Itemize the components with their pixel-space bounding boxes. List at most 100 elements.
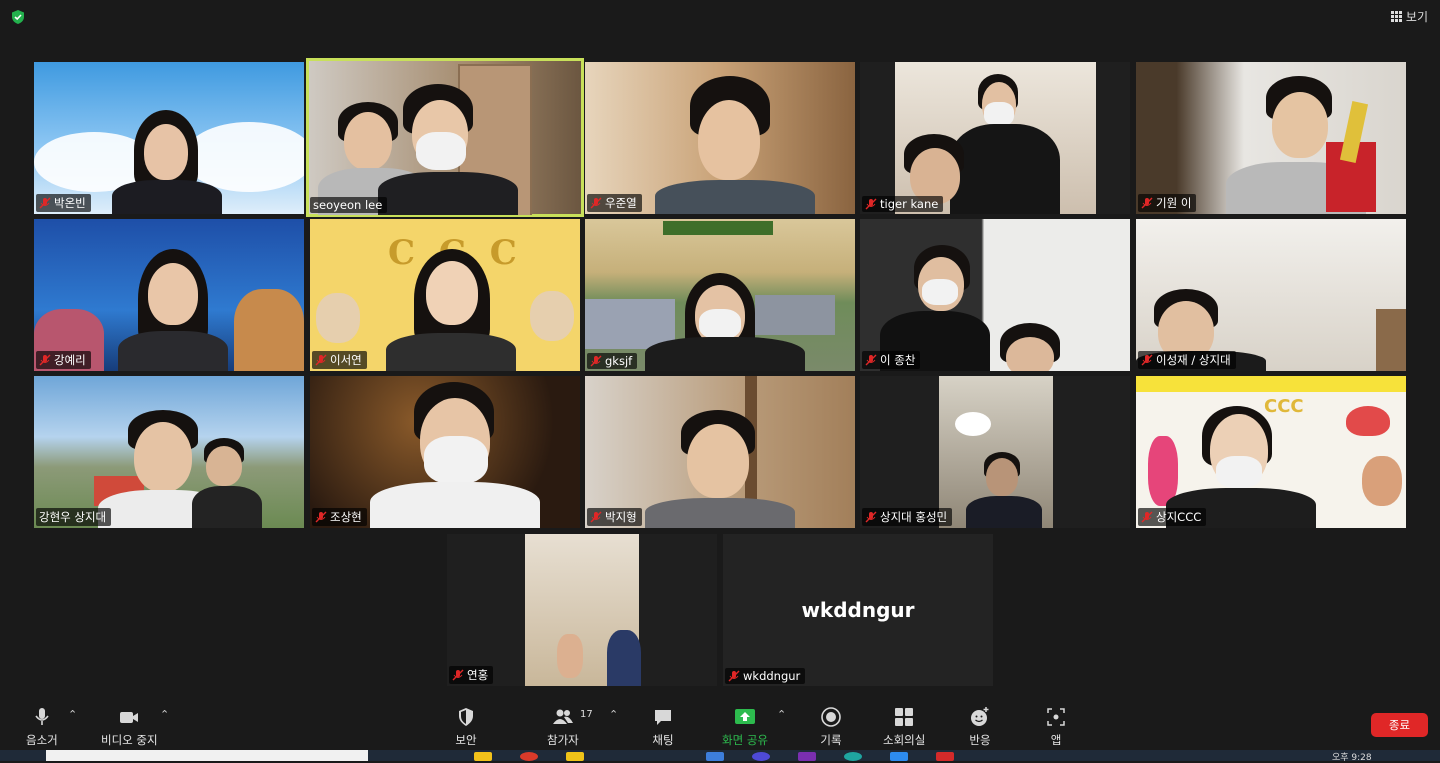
view-button[interactable]: 보기 (1390, 8, 1428, 25)
encryption-shield-icon[interactable] (10, 9, 26, 25)
end-meeting-button[interactable]: 종료 (1371, 713, 1428, 737)
video-tile[interactable]: 연홍 (447, 534, 717, 686)
muted-mic-icon (590, 197, 602, 209)
zoom-taskbar-icon[interactable] (890, 752, 908, 761)
apps-icon (1047, 708, 1065, 726)
video-tile[interactable]: 강현우 상지대 (34, 376, 304, 528)
participant-name: 상지CCC (1156, 510, 1202, 524)
microphone-icon (35, 708, 49, 725)
video-tile[interactable]: 박지형 (585, 376, 855, 528)
chat-bubble-icon (655, 710, 671, 725)
view-label: 보기 (1405, 10, 1428, 24)
participant-name: seoyeon lee (313, 198, 383, 212)
muted-mic-icon (315, 354, 327, 366)
participant-nametag: 상지대 홍성민 (862, 508, 953, 526)
taskbar-clock: 오후 9:28 (1332, 753, 1372, 763)
os-taskbar: 오후 9:28 (0, 750, 1440, 763)
app-icon[interactable] (844, 752, 862, 761)
participant-nametag: gksjf (587, 353, 638, 369)
participants-options-caret[interactable]: ⌃ (609, 708, 618, 721)
share-options-caret[interactable]: ⌃ (777, 708, 786, 721)
participant-nametag: 기원 이 (1138, 194, 1197, 212)
participant-nametag: wkddngur (725, 668, 806, 684)
participant-nametag: 이서연 (312, 351, 367, 369)
record-button[interactable]: 기록 (820, 706, 842, 748)
muted-mic-icon (590, 511, 602, 523)
app-icon[interactable] (706, 752, 724, 761)
participants-button[interactable]: 참가자 (547, 706, 579, 748)
muted-mic-icon (865, 354, 877, 366)
app-icon[interactable] (752, 752, 770, 761)
video-tile[interactable]: 우준열 (585, 62, 855, 214)
muted-mic-icon (865, 198, 877, 210)
video-tile[interactable]: 박온빈 (34, 62, 304, 214)
participant-nametag: 연홍 (449, 666, 494, 684)
video-tile-video-off[interactable]: wkddngur wkddngur (723, 534, 993, 686)
participant-name: 연홍 (467, 668, 489, 682)
participant-name: gksjf (605, 354, 633, 368)
video-tile[interactable]: 이성재 / 상지대 (1136, 219, 1406, 371)
video-tile[interactable]: 상지대 홍성민 (860, 376, 1130, 528)
participant-nametag: 강현우 상지대 (36, 508, 112, 526)
participant-name: 기원 이 (1156, 196, 1192, 210)
participant-name: 상지대 홍성민 (880, 510, 948, 524)
audio-options-caret[interactable]: ⌃ (68, 708, 77, 721)
mute-button[interactable]: 음소거 (26, 706, 58, 748)
meeting-toolbar: 음소거 ⌃ 비디오 중지 ⌃ 보안 참가자 17 ⌃ 채팅 화면 공유 ⌃ 기록… (0, 698, 1440, 748)
participant-nametag: 강예리 (36, 351, 91, 369)
video-camera-icon (120, 712, 139, 723)
participant-name: 이서연 (330, 353, 362, 367)
participant-nametag: 조상현 (312, 508, 367, 526)
participant-nametag: 이 종찬 (862, 351, 921, 369)
stop-video-button[interactable]: 비디오 중지 (101, 706, 158, 748)
app-icon[interactable] (566, 752, 584, 761)
muted-mic-icon (728, 670, 740, 682)
muted-mic-icon (590, 355, 602, 367)
participant-name: 박온빈 (54, 196, 86, 210)
video-tile[interactable]: 강예리 (34, 219, 304, 371)
taskbar-search-box[interactable] (46, 750, 368, 761)
video-tile[interactable]: CCC 상지CCC (1136, 376, 1406, 528)
muted-mic-icon (1141, 197, 1153, 209)
video-tile[interactable]: 조상현 (310, 376, 580, 528)
share-screen-icon (734, 709, 755, 724)
participant-name: 이성재 / 상지대 (1156, 353, 1231, 367)
breakout-rooms-icon (895, 708, 914, 726)
video-options-caret[interactable]: ⌃ (160, 708, 169, 721)
participant-name: 박지형 (605, 510, 637, 524)
video-tile[interactable]: tiger kane (860, 62, 1130, 214)
muted-mic-icon (865, 511, 877, 523)
ccc-poster-text: CCC (1264, 396, 1304, 417)
security-button[interactable]: 보안 (455, 706, 477, 748)
share-screen-button[interactable]: 화면 공유 (722, 706, 768, 748)
apps-button[interactable]: 앱 (1045, 706, 1067, 748)
participant-name: 우준열 (605, 196, 637, 210)
video-tile[interactable]: 이 종찬 (860, 219, 1130, 371)
video-tile[interactable]: 기원 이 (1136, 62, 1406, 214)
participant-nametag: 우준열 (587, 194, 642, 212)
participant-nametag: 박지형 (587, 508, 642, 526)
participant-nametag: 상지CCC (1138, 508, 1207, 526)
participants-icon (552, 709, 573, 724)
participant-nametag: 박온빈 (36, 194, 91, 212)
video-tile[interactable]: gksjf (585, 219, 855, 371)
grid-view-icon (1390, 11, 1402, 22)
participant-nametag: 이성재 / 상지대 (1138, 351, 1236, 369)
browser-icon[interactable] (520, 752, 538, 761)
muted-mic-icon (1141, 354, 1153, 366)
video-tile-active-speaker[interactable]: seoyeon lee (306, 58, 584, 217)
video-tile[interactable]: C C C 이서연 (310, 219, 580, 371)
app-icon[interactable] (936, 752, 954, 761)
participant-name: 조상현 (330, 510, 362, 524)
breakout-rooms-button[interactable]: 소회의실 (883, 706, 925, 748)
muted-mic-icon (452, 669, 464, 681)
file-explorer-icon[interactable] (474, 752, 492, 761)
app-icon[interactable] (798, 752, 816, 761)
participants-count: 17 (580, 709, 593, 720)
reactions-button[interactable]: 반응 (969, 706, 991, 748)
participant-name: 강예리 (54, 353, 86, 367)
participant-name: 강현우 상지대 (39, 510, 107, 524)
participant-nametag: seoyeon lee (310, 197, 388, 213)
muted-mic-icon (39, 197, 51, 209)
chat-button[interactable]: 채팅 (652, 706, 674, 748)
